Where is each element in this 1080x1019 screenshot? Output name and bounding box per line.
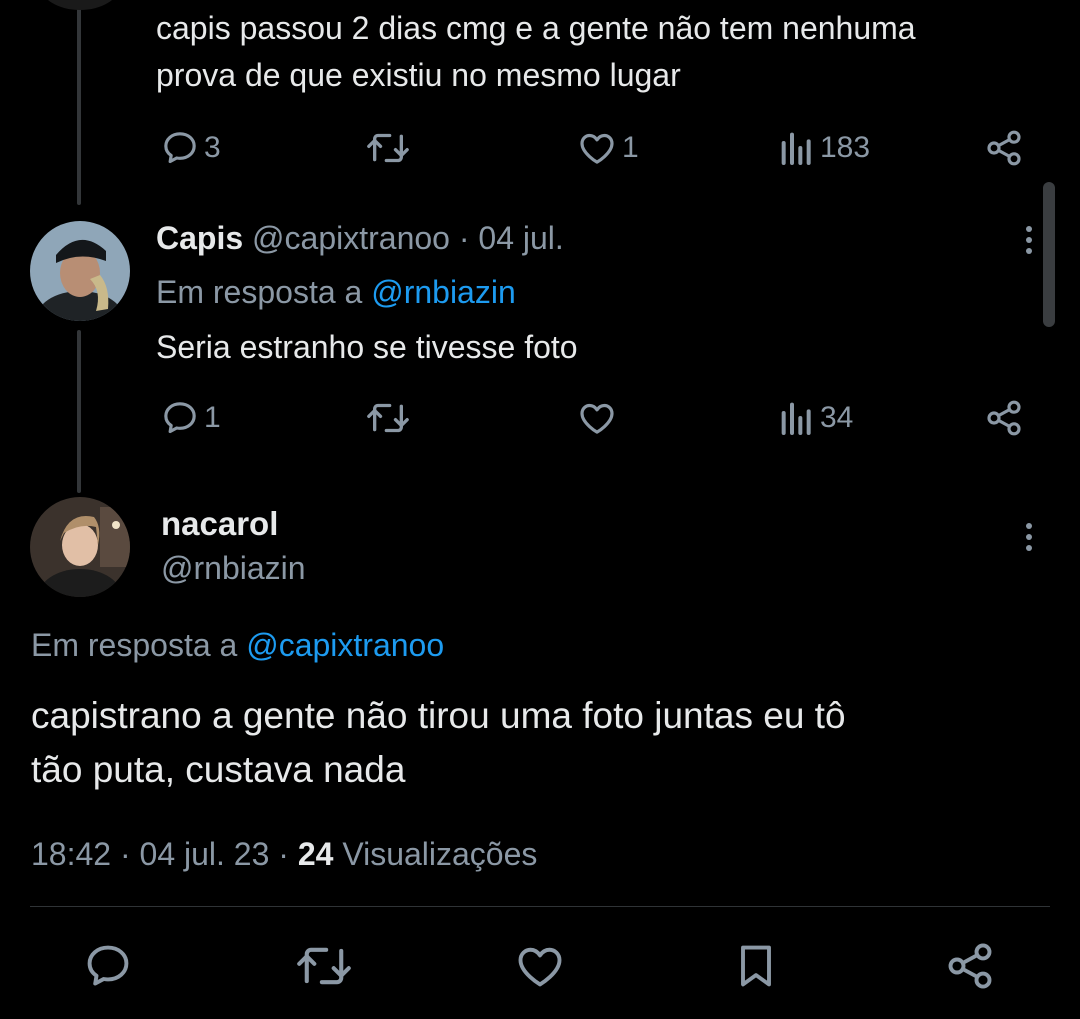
separator: · xyxy=(119,836,131,872)
views-button[interactable]: 34 xyxy=(778,396,853,440)
views-count: 34 xyxy=(820,401,854,434)
heart-icon xyxy=(580,133,614,164)
share-button[interactable] xyxy=(984,126,1024,170)
retweet-button[interactable] xyxy=(296,940,352,992)
separator: · xyxy=(278,836,289,872)
share-icon xyxy=(987,130,1021,166)
avatar-image xyxy=(30,221,130,321)
reply-count: 1 xyxy=(204,401,221,434)
reply-icon xyxy=(87,945,129,986)
retweet-icon xyxy=(367,403,409,433)
divider xyxy=(30,906,1050,907)
reply-count: 3 xyxy=(204,131,221,164)
like-button[interactable]: 1 xyxy=(576,126,639,170)
user-name[interactable]: Capis xyxy=(156,220,243,256)
tweet-text: capis passou 2 dias cmg e a gente não te… xyxy=(156,5,1036,99)
views-icon xyxy=(781,402,811,435)
share-icon xyxy=(987,400,1021,436)
user-handle[interactable]: @capixtranoo xyxy=(252,220,450,256)
reply-button[interactable] xyxy=(82,940,134,992)
like-button[interactable] xyxy=(576,396,622,440)
scrollbar[interactable] xyxy=(1043,182,1055,327)
reply-button[interactable]: 3 xyxy=(160,126,221,170)
views-button[interactable]: 183 xyxy=(778,126,870,170)
thread-line xyxy=(77,330,81,493)
bookmark-icon xyxy=(741,945,771,987)
tweet-time[interactable]: 18:42 xyxy=(31,836,111,872)
avatar[interactable] xyxy=(30,497,130,597)
thread-line xyxy=(77,0,81,205)
reply-button[interactable]: 1 xyxy=(160,396,221,440)
tweet-text: Seria estranho se tivesse foto xyxy=(156,329,578,365)
retweet-icon xyxy=(297,947,351,985)
heart-icon xyxy=(580,403,614,434)
user-handle[interactable]: @rnbiazin xyxy=(161,546,306,590)
tweet-text-line: capis passou 2 dias cmg e a gente não te… xyxy=(156,10,916,46)
heart-icon xyxy=(518,947,562,987)
tweet-meta: 18:42 · 04 jul. 23 · 24 Visualizações xyxy=(31,832,537,876)
in-reply-to: Em resposta a @rnbiazin xyxy=(156,270,516,314)
views-count: 183 xyxy=(820,131,871,164)
in-reply-handle[interactable]: @rnbiazin xyxy=(371,274,516,310)
tweet-header: Capis @capixtranoo · 04 jul. xyxy=(156,216,564,260)
in-reply-prefix: Em resposta a xyxy=(31,627,238,663)
like-count: 1 xyxy=(622,131,639,164)
in-reply-prefix: Em resposta a xyxy=(156,274,363,310)
tweet-text: capistrano a gente não tirou uma foto ju… xyxy=(31,689,1041,797)
in-reply-handle[interactable]: @capixtranoo xyxy=(246,627,444,663)
avatar[interactable] xyxy=(30,221,130,321)
user-name[interactable]: nacarol xyxy=(161,502,278,546)
tweet-date[interactable]: 04 jul. 23 xyxy=(140,836,270,872)
share-button[interactable] xyxy=(984,396,1024,440)
bookmark-button[interactable] xyxy=(730,940,782,992)
like-button[interactable] xyxy=(513,940,567,992)
retweet-icon xyxy=(367,133,409,163)
views-icon xyxy=(781,132,811,165)
views-count[interactable]: 24 xyxy=(298,836,334,872)
retweet-button[interactable] xyxy=(366,126,410,170)
reply-icon xyxy=(164,132,196,164)
more-icon[interactable] xyxy=(1025,523,1033,551)
tweet-text-line: tão puta, custava nada xyxy=(31,749,406,790)
in-reply-to: Em resposta a @capixtranoo xyxy=(31,623,444,667)
separator: · xyxy=(458,220,470,256)
avatar-image xyxy=(30,497,130,597)
more-icon[interactable] xyxy=(1025,226,1033,254)
tweet-text-line: capistrano a gente não tirou uma foto ju… xyxy=(31,695,846,736)
avatar[interactable] xyxy=(40,0,120,10)
tweet-date[interactable]: 04 jul. xyxy=(478,220,563,256)
views-label[interactable]: Visualizações xyxy=(342,836,537,872)
share-icon xyxy=(948,943,992,989)
share-button[interactable] xyxy=(944,940,996,992)
retweet-button[interactable] xyxy=(366,396,410,440)
tweet-text-line: prova de que existiu no mesmo lugar xyxy=(156,57,681,93)
reply-icon xyxy=(164,402,196,434)
